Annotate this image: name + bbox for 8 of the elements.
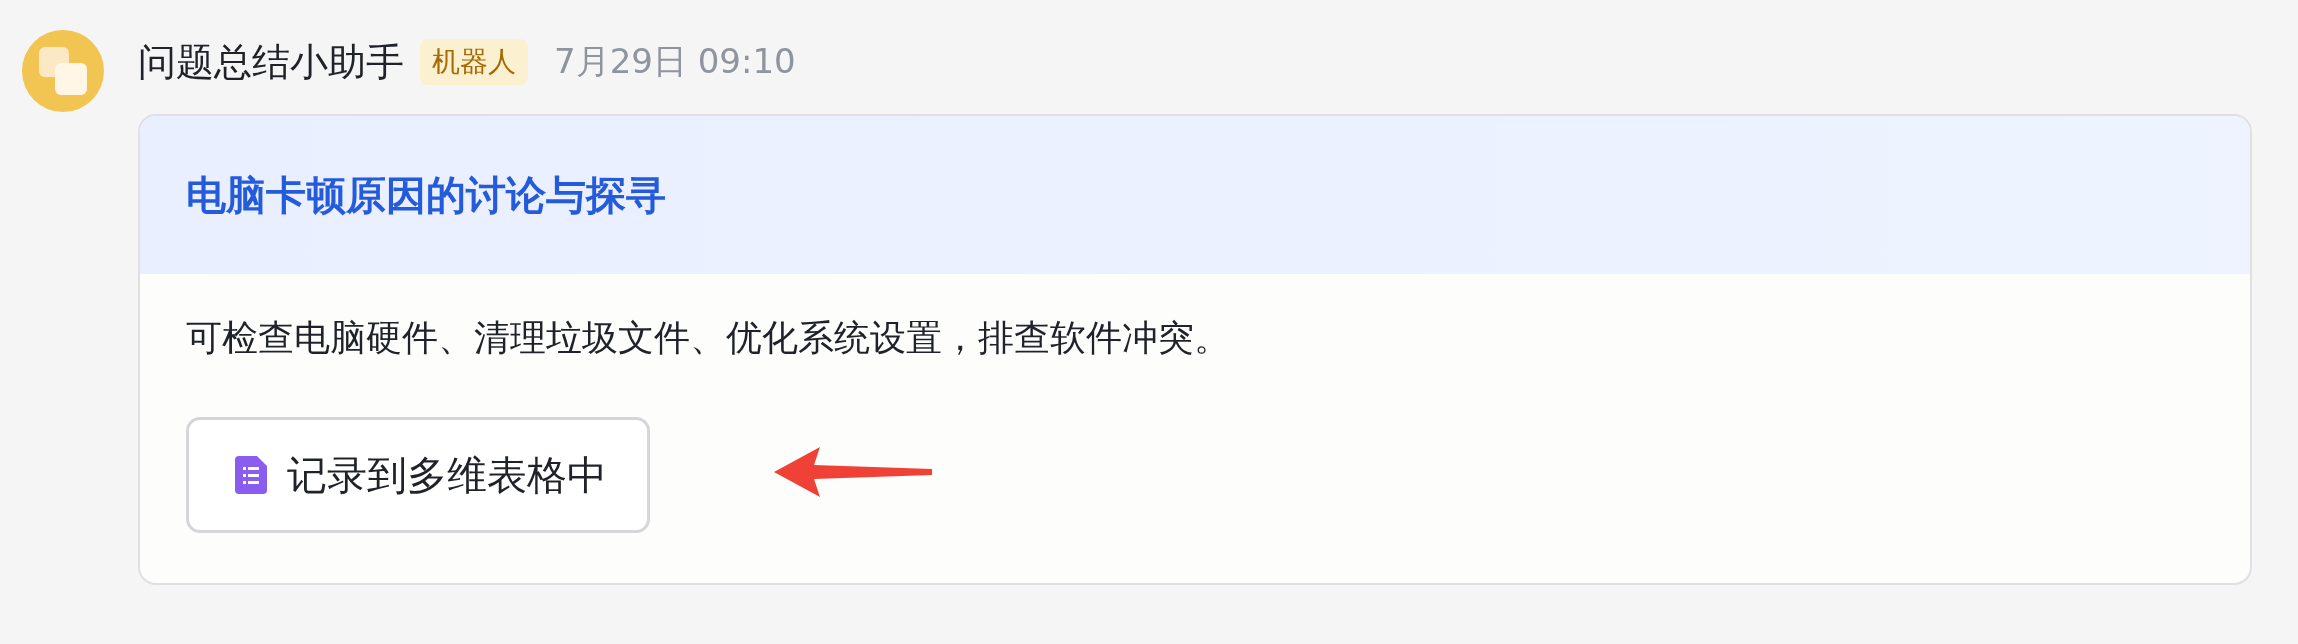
sender-name: 问题总结小助手 [138, 38, 404, 86]
record-button[interactable]: 记录到多维表格中 [186, 417, 650, 533]
message-time: 7月29日 09:10 [554, 40, 796, 83]
bot-badge: 机器人 [420, 39, 528, 85]
card-text: 可检查电脑硬件、清理垃圾文件、优化系统设置，排查软件冲突。 [186, 316, 1231, 360]
card-title: 电脑卡顿原因的讨论与探寻 [186, 170, 666, 220]
squares-icon [37, 45, 89, 97]
list-icon [235, 456, 267, 494]
